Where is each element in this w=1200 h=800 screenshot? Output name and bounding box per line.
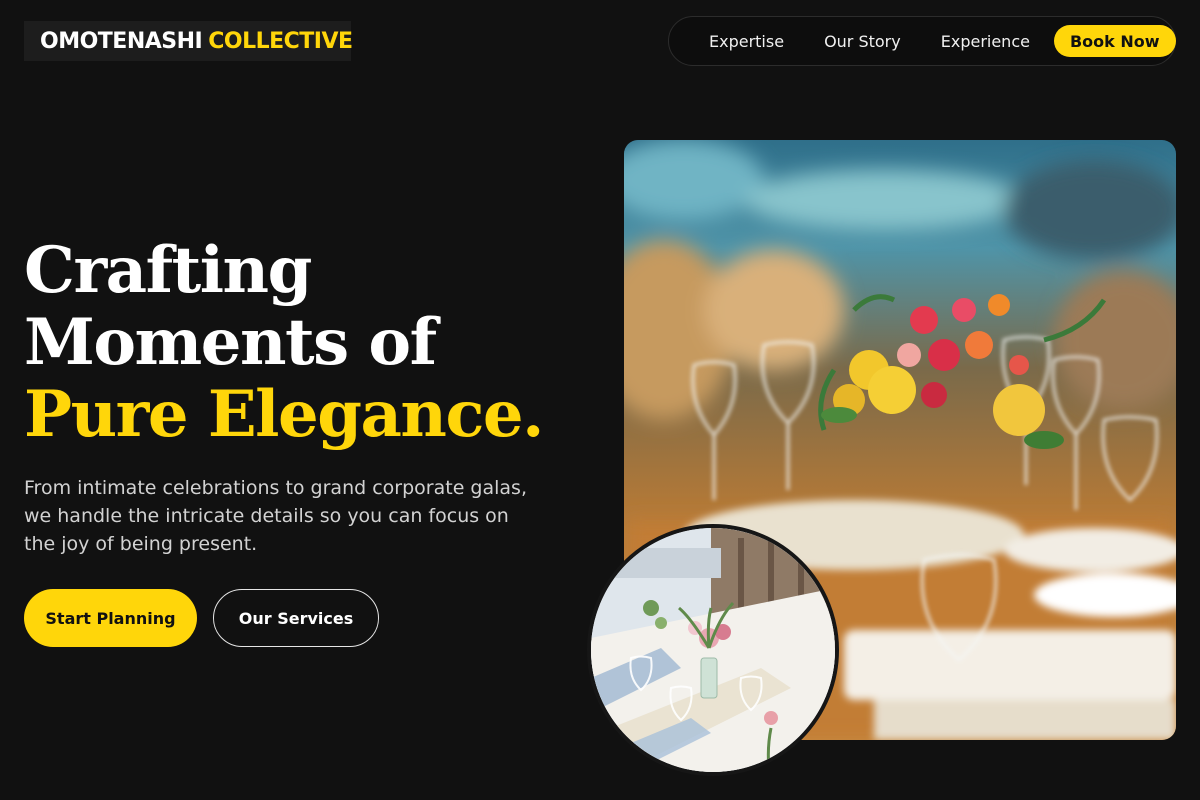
hero-headline: Crafting Moments of Pure Elegance. xyxy=(24,233,544,452)
brand-logo[interactable]: OMOTENASHI COLLECTIVE xyxy=(24,21,353,61)
headline-accent: Pure Elegance. xyxy=(24,377,544,452)
inset-table-photo xyxy=(587,524,839,776)
brand-name: OMOTENASHI xyxy=(40,28,203,54)
headline-line-2: Moments of xyxy=(24,305,437,380)
nav-link-expertise[interactable]: Expertise xyxy=(709,32,784,51)
brand-accent: COLLECTIVE xyxy=(208,28,353,54)
our-services-button[interactable]: Our Services xyxy=(213,589,379,647)
hero-description: From intimate celebrations to grand corp… xyxy=(24,477,527,555)
nav-link-experience[interactable]: Experience xyxy=(941,32,1030,51)
headline-line-1: Crafting xyxy=(24,233,312,308)
main-nav: Expertise Our Story Experience Book Now xyxy=(668,16,1176,66)
book-now-button[interactable]: Book Now xyxy=(1053,25,1176,57)
start-planning-button[interactable]: Start Planning xyxy=(24,589,197,647)
nav-link-our-story[interactable]: Our Story xyxy=(824,32,901,51)
